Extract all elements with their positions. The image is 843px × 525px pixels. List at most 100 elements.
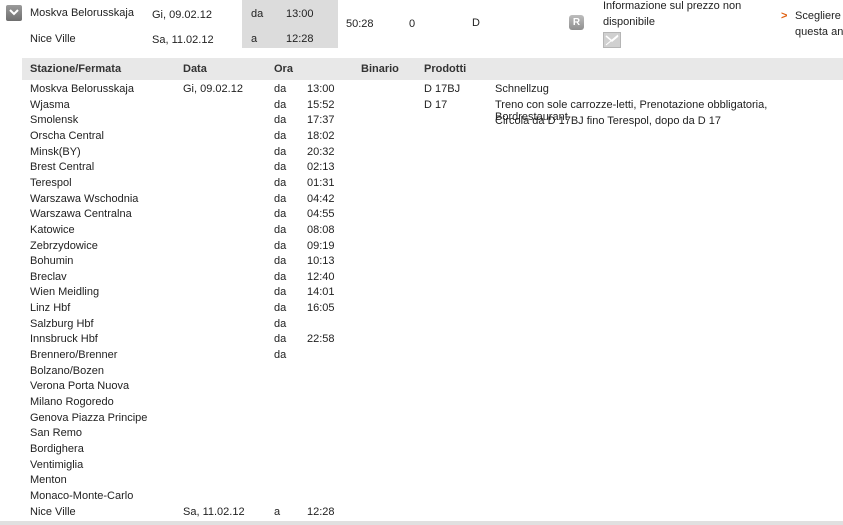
price-info-line2: disponibile	[603, 16, 655, 28]
table-row: San Remo	[0, 427, 843, 443]
stop-time: 20:32	[307, 145, 335, 158]
stop-time: 13:00	[307, 83, 335, 95]
stop-station: Wien Meidling	[30, 286, 100, 299]
table-row: Ventimiglia	[0, 459, 843, 475]
stop-direction: da	[274, 270, 287, 283]
stop-direction: da	[274, 145, 287, 158]
stop-direction: da	[274, 255, 287, 268]
header-station: Stazione/Fermata	[30, 63, 122, 75]
stop-station: Smolensk	[30, 114, 79, 127]
table-row: Breclav da 12:40	[0, 271, 843, 287]
table-row: Wien Meidling da 14:01	[0, 286, 843, 302]
stop-time: 10:13	[307, 255, 335, 268]
header-time: Ora	[274, 63, 293, 75]
summary-from-date: Gi, 09.02.12	[152, 9, 212, 21]
stop-station: Katowice	[30, 223, 75, 236]
table-row: Bohumin da 10:13	[0, 255, 843, 271]
table-row: Bordighera	[0, 443, 843, 459]
stop-time: 08:08	[307, 223, 335, 236]
summary-from-dir: da	[251, 8, 264, 20]
stop-direction: da	[274, 208, 287, 221]
table-row: Monaco-Monte-Carlo	[0, 490, 843, 506]
table-row: Brennero/Brenner da	[0, 349, 843, 365]
table-row: Smolensk da 17:37	[0, 114, 843, 130]
table-row: Warszawa Wschodnia da 04:42	[0, 193, 843, 209]
choose-link-line2[interactable]: questa an	[795, 26, 843, 38]
stop-direction: da	[274, 349, 287, 362]
summary-product: D	[472, 17, 480, 29]
stop-time: 12:40	[307, 270, 335, 283]
table-row: Nice Ville Sa, 11.02.12 a 12:28	[0, 506, 843, 522]
stop-direction: da	[274, 192, 287, 205]
stop-station: Milano Rogoredo	[30, 396, 114, 408]
arrow-right-icon: >	[781, 10, 788, 22]
stop-direction: da	[274, 286, 287, 299]
stop-time: 16:05	[307, 302, 335, 315]
table-row: Salzburg Hbf da	[0, 318, 843, 334]
table-row: Katowice da 08:08	[0, 224, 843, 240]
stop-station: Brennero/Brenner	[30, 349, 118, 362]
table-row: Moskva Belorusskaja Gi, 09.02.12 da 13:00	[0, 83, 843, 99]
summary-to-dir: a	[251, 33, 258, 45]
table-row: Bolzano/Bozen	[0, 365, 843, 381]
table-row: Brest Central da 02:13	[0, 161, 843, 177]
stop-station: Wjasma	[30, 98, 70, 111]
stop-station: Bolzano/Bozen	[30, 364, 104, 377]
stop-direction: da	[274, 161, 287, 174]
stop-station: Bohumin	[30, 255, 74, 268]
stop-date: Gi, 09.02.12	[183, 83, 243, 95]
summary-changes: 0	[409, 18, 416, 30]
table-row: Verona Porta Nuova	[0, 380, 843, 396]
stop-station: Brest Central	[30, 161, 95, 174]
stop-direction: da	[274, 114, 287, 127]
stop-station: Genova Piazza Principe	[30, 411, 148, 424]
reservation-r-icon[interactable]: R	[569, 15, 584, 30]
header-date: Data	[183, 63, 207, 75]
summary-duration: 50:28	[346, 18, 374, 30]
stop-station: Terespol	[30, 176, 72, 189]
stop-time: 04:55	[307, 208, 335, 221]
collapse-chevron-icon[interactable]	[6, 5, 22, 21]
table-row: Warszawa Centralna da 04:55	[0, 208, 843, 224]
stop-station: Menton	[30, 474, 67, 487]
stop-direction: da	[274, 239, 287, 252]
table-row: Wjasma da 15:52	[0, 99, 843, 115]
summary-from-time: 13:00	[286, 8, 314, 20]
table-row: Menton	[0, 474, 843, 490]
stop-station: Warszawa Wschodnia	[30, 192, 139, 205]
stop-station: Orscha Central	[30, 129, 104, 142]
summary-to-time: 12:28	[286, 33, 314, 45]
stop-direction: da	[274, 333, 287, 346]
stop-station: Moskva Belorusskaja	[30, 83, 134, 95]
table-row: Minsk(BY) da 20:32	[0, 146, 843, 162]
summary-to-station: Nice Ville	[30, 33, 76, 45]
stop-time: 09:19	[307, 239, 335, 252]
stop-station: Linz Hbf	[30, 302, 71, 315]
divider	[0, 521, 843, 525]
stop-station: Innsbruck Hbf	[30, 333, 98, 346]
table-row: Terespol da 01:31	[0, 177, 843, 193]
stop-direction: da	[274, 317, 287, 330]
stop-direction: a	[274, 505, 281, 518]
mail-icon[interactable]	[603, 32, 621, 48]
stop-station: Bordighera	[30, 442, 84, 455]
stop-time: 17:37	[307, 114, 335, 127]
table-row: Linz Hbf da 16:05	[0, 302, 843, 318]
stop-direction: da	[274, 223, 287, 236]
stop-time: 02:13	[307, 161, 335, 174]
stop-station: Monaco-Monte-Carlo	[30, 489, 134, 502]
stop-station: Nice Ville	[30, 505, 76, 518]
reservation-r-label: R	[572, 17, 581, 28]
stop-time: 18:02	[307, 129, 335, 142]
summary-to-date: Sa, 11.02.12	[152, 34, 214, 46]
choose-link-line1[interactable]: Scegliere	[795, 10, 841, 22]
stop-time: 22:58	[307, 333, 335, 346]
stop-station: Warszawa Centralna	[30, 208, 132, 221]
stop-station: San Remo	[30, 427, 82, 440]
stop-time: 01:31	[307, 176, 335, 189]
stop-time: 15:52	[307, 98, 335, 111]
stop-date: Sa, 11.02.12	[183, 505, 245, 518]
stop-station: Salzburg Hbf	[30, 317, 94, 330]
stop-time: 12:28	[307, 505, 335, 518]
table-row: Orscha Central da 18:02	[0, 130, 843, 146]
